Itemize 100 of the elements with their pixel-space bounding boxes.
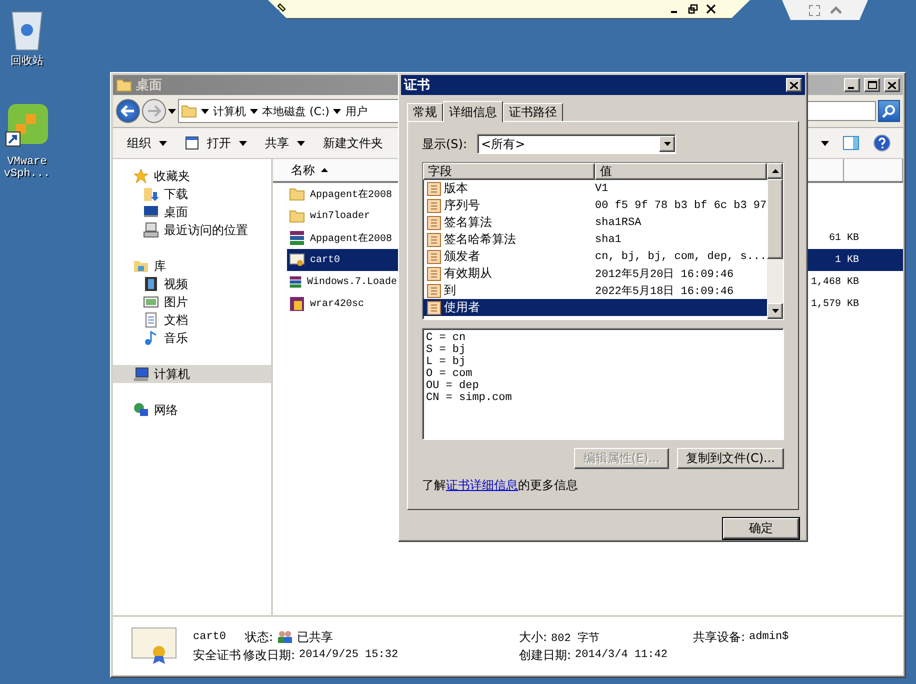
close-button[interactable] (786, 78, 802, 92)
breadcrumb-item[interactable]: 计算机 (213, 104, 246, 118)
file-item[interactable]: Appagent在2008 (287, 227, 397, 249)
preview-pane-icon[interactable] (843, 136, 859, 150)
column-header[interactable]: 字段 (423, 163, 595, 180)
nav-item[interactable]: 下载 (113, 185, 271, 203)
field-icon (427, 232, 441, 246)
music-note-icon (143, 330, 159, 346)
field-icon (427, 198, 441, 212)
scroll-down-button[interactable] (767, 303, 783, 319)
computer-icon (133, 366, 149, 382)
dropdown-button[interactable] (659, 136, 676, 152)
property-value: 已共享 (297, 628, 334, 646)
value-line: C = cn (426, 332, 467, 344)
dialog-title: 证书 (404, 77, 430, 94)
property-label: 共享设备: (693, 628, 746, 646)
file-item[interactable]: win7loader (287, 205, 397, 227)
property-value: admin$ (749, 631, 789, 643)
property-label: 创建日期: (519, 646, 572, 664)
file-size: 1,579 KB (810, 298, 860, 312)
toolbar-button[interactable]: 新建文件夹 (321, 132, 385, 154)
toolbar-button[interactable]: 共享 (263, 132, 307, 154)
certificate-icon (131, 626, 177, 666)
file-item[interactable]: wrar420sc (287, 293, 397, 315)
folder-icon (289, 208, 305, 224)
property-label: 状态: (245, 628, 274, 646)
close-icon (790, 82, 798, 88)
tab[interactable]: 详细信息 (443, 101, 503, 122)
window-title: 桌面 (136, 77, 162, 94)
property-value: 2014/3/4 11:42 (575, 649, 668, 661)
show-dropdown[interactable]: <所有> (477, 134, 676, 154)
value-line: CN = simp.com (426, 392, 513, 404)
forward-button[interactable] (142, 99, 166, 123)
minimize-button[interactable] (844, 78, 860, 92)
search-icon (882, 104, 896, 118)
file-item[interactable]: Appagent在2008 (287, 183, 397, 205)
fullscreen-icon[interactable] (808, 4, 820, 16)
column-header[interactable]: 值 (595, 163, 767, 180)
file-item[interactable]: cart0 (287, 249, 397, 271)
toolbar-button[interactable]: 打开 (183, 132, 249, 154)
field-value-box[interactable]: C = cn S = bj L = bj O = com OU = dep CN = simp.com (422, 328, 784, 440)
field-icon (427, 250, 441, 264)
library-folder-icon (133, 258, 149, 274)
folder-icon (289, 186, 305, 202)
nav-item[interactable]: 文档 (113, 311, 271, 329)
installer-box-icon (289, 296, 305, 312)
file-size: 1,468 KB (810, 276, 860, 290)
dialog-button[interactable]: 复制到文件(C)... (676, 448, 784, 469)
scrollbar[interactable] (767, 163, 783, 319)
ok-button[interactable]: 确定 (723, 518, 799, 539)
field-row[interactable]: 颁发者 cn, bj, bj, com, dep, s... (423, 248, 767, 265)
restore-icon[interactable] (688, 4, 698, 14)
tab[interactable]: 常规 (407, 103, 443, 121)
field-row[interactable]: 版本 V1 (423, 180, 767, 197)
maximize-button[interactable] (864, 78, 880, 92)
folder-icon (116, 77, 132, 93)
info-sentence: 了解证书详细信息的更多信息 (422, 477, 579, 494)
field-row[interactable]: 到 2022年5月18日 16:09:46 (423, 282, 767, 299)
field-row[interactable]: 签名算法 sha1RSA (423, 214, 767, 231)
tab[interactable]: 证书路径 (503, 103, 563, 121)
field-icon (427, 266, 441, 280)
nav-item[interactable]: 库 (113, 257, 271, 275)
property-value: 802 字节 (551, 630, 600, 644)
nav-item[interactable]: 最近访问的位置 (113, 221, 271, 239)
help-icon[interactable] (873, 134, 891, 152)
toolbar-button[interactable]: 组织 (125, 132, 169, 154)
document-icon (143, 312, 159, 328)
nav-item[interactable]: 图片 (113, 293, 271, 311)
close-icon[interactable] (706, 4, 716, 14)
nav-item[interactable]: 收藏夹 (113, 167, 271, 185)
nav-item[interactable]: 音乐 (113, 329, 271, 347)
field-row[interactable]: 签名哈希算法 sha1 (423, 231, 767, 248)
nav-item[interactable]: 计算机 (113, 365, 271, 383)
scroll-thumb[interactable] (767, 179, 783, 259)
back-button[interactable] (116, 99, 140, 123)
field-row[interactable]: 使用者 (423, 299, 767, 316)
down-arrow-icon (772, 309, 778, 313)
file-item[interactable]: Windows.7.Loade (287, 271, 397, 293)
close-button[interactable] (884, 78, 900, 92)
field-row[interactable]: 有效期从 2012年5月20日 16:09:46 (423, 265, 767, 282)
value-line: L = bj (426, 356, 467, 368)
close-icon (888, 82, 896, 88)
star-icon (133, 168, 149, 184)
archive-books-icon (289, 274, 302, 290)
field-row[interactable]: 序列号 00 f5 9f 78 b3 bf 6c b3 97 (423, 197, 767, 214)
file-size: 61 KB (828, 232, 860, 246)
scroll-up-button[interactable] (767, 163, 783, 179)
certificate-icon (289, 252, 305, 268)
breadcrumb-item[interactable]: 用户 (345, 104, 368, 118)
info-link[interactable]: 证书详细信息 (446, 478, 518, 492)
nav-item[interactable]: 视频 (113, 275, 271, 293)
window-icon (185, 136, 199, 150)
archive-books-icon (289, 230, 305, 246)
nav-item[interactable]: 网络 (113, 401, 271, 419)
nav-item[interactable]: 桌面 (113, 203, 271, 221)
breadcrumb-item[interactable]: 本地磁盘 (C:) (262, 104, 330, 118)
view-dropdown-icon[interactable] (821, 140, 829, 146)
search-button[interactable] (878, 100, 900, 122)
up-arrow-icon (772, 169, 778, 173)
collapse-icon[interactable] (830, 6, 842, 14)
